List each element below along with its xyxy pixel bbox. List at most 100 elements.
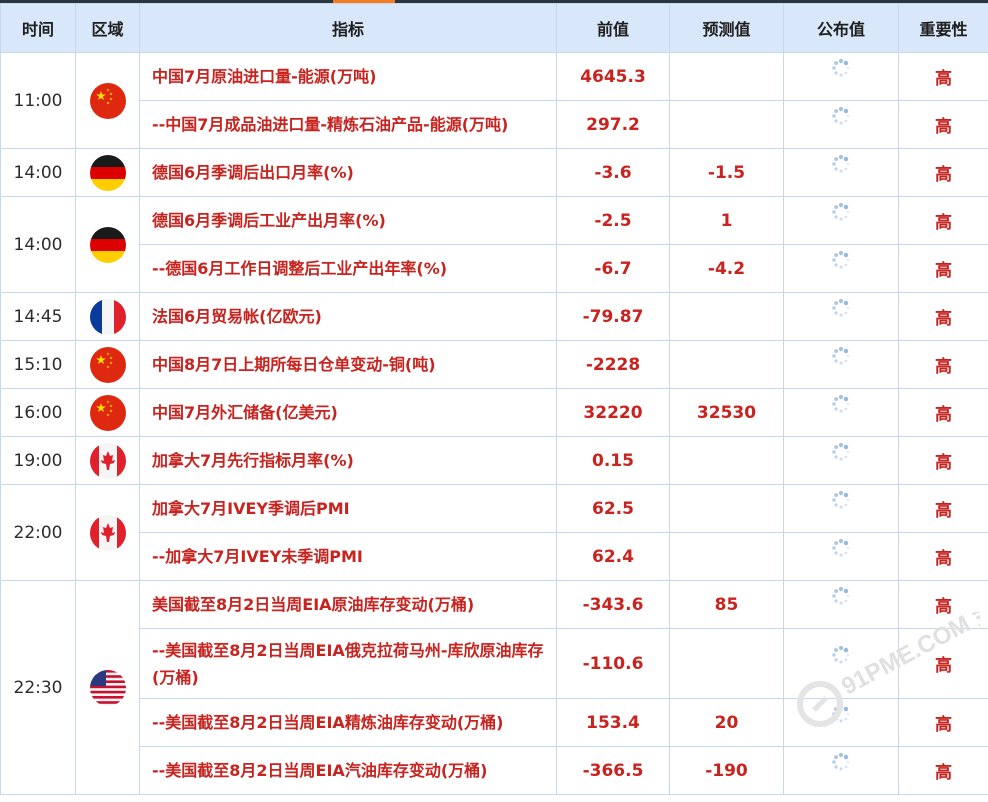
previous-value: -79.87 [556,292,670,341]
ca-flag-icon [89,514,126,551]
loading-spinner-icon [830,703,852,725]
actual-value [783,196,899,245]
previous-value: -6.7 [556,244,670,293]
indicator-link[interactable]: --美国截至8月2日当周EIA俄克拉荷马州-库欣原油库存(万桶) [139,628,557,699]
previous-value: 62.4 [556,532,670,581]
region-cell [75,388,140,437]
indicator-link[interactable]: 美国截至8月2日当周EIA原油库存变动(万桶) [139,580,557,629]
previous-value: -366.5 [556,746,670,795]
actual-value [783,484,899,533]
loading-spinner-icon [830,393,852,415]
release-time: 15:10 [0,340,76,389]
importance-level: 高 [898,746,988,795]
importance-level: 高 [898,388,988,437]
release-time: 22:30 [0,580,76,795]
col-header-importance: 重要性 [898,3,988,53]
fr-flag-icon [89,298,126,335]
importance-level: 高 [898,484,988,533]
indicator-link[interactable]: 加拿大7月先行指标月率(%) [139,436,557,485]
indicator-link[interactable]: --美国截至8月2日当周EIA汽油库存变动(万桶) [139,746,557,795]
forecast-value: -190 [669,746,784,795]
loading-spinner-icon [830,57,852,79]
previous-value: -2228 [556,340,670,389]
table-row: --美国截至8月2日当周EIA汽油库存变动(万桶) -366.5 -190 高 [1,746,988,795]
previous-value: -110.6 [556,628,670,699]
col-header-time: 时间 [0,3,76,53]
calendar-table: 时间 区域 指标 前值 预测值 公布值 重要性 11:00 中国7月原油进口量-能… [0,3,988,795]
importance-level: 高 [898,148,988,197]
forecast-value [669,100,784,149]
table-header-row: 时间 区域 指标 前值 预测值 公布值 重要性 [0,3,988,53]
indicator-link[interactable]: 中国8月7日上期所每日仓单变动-铜(吨) [139,340,557,389]
actual-value [783,100,899,149]
region-cell [75,340,140,389]
table-row: --加拿大7月IVEY未季调PMI 62.4 高 [1,532,988,581]
release-time: 22:00 [0,484,76,581]
forecast-value [669,292,784,341]
actual-value [783,436,899,485]
col-header-indicator: 指标 [139,3,557,53]
region-cell [75,52,140,149]
indicator-link[interactable]: --美国截至8月2日当周EIA精炼油库存变动(万桶) [139,698,557,747]
actual-value [783,292,899,341]
importance-level: 高 [898,436,988,485]
indicator-link[interactable]: 德国6月季调后工业产出月率(%) [139,196,557,245]
actual-value [783,580,899,629]
importance-level: 高 [898,196,988,245]
forecast-value [669,340,784,389]
forecast-value [669,436,784,485]
forecast-value [669,628,784,699]
actual-value [783,388,899,437]
table-row: --中国7月成品油进口量-精炼石油产品-能源(万吨) 297.2 高 [1,100,988,149]
previous-value: -2.5 [556,196,670,245]
indicator-link[interactable]: 德国6月季调后出口月率(%) [139,148,557,197]
table-row: 14:00 德国6月季调后工业产出月率(%) -2.5 1 高 [0,196,988,293]
release-time: 14:45 [0,292,76,341]
previous-value: 153.4 [556,698,670,747]
table-row: 22:00 加拿大7月IVEY季调后PMI 62.5 高 [0,484,988,581]
ca-flag-icon [89,442,126,479]
indicator-link[interactable]: --中国7月成品油进口量-精炼石油产品-能源(万吨) [139,100,557,149]
release-time: 14:00 [0,148,76,197]
loading-spinner-icon [830,153,852,175]
previous-value: 62.5 [556,484,670,533]
importance-level: 高 [898,698,988,747]
forecast-value: -1.5 [669,148,784,197]
loading-spinner-icon [830,644,852,666]
loading-spinner-icon [830,105,852,127]
loading-spinner-icon [830,585,852,607]
table-row: 11:00 中国7月原油进口量-能源(万吨) 4645.3 高 [0,52,988,149]
forecast-value: 85 [669,580,784,629]
previous-value: -3.6 [556,148,670,197]
release-time: 11:00 [0,52,76,149]
indicator-link[interactable]: 加拿大7月IVEY季调后PMI [139,484,557,533]
region-cell [75,148,140,197]
region-cell [75,292,140,341]
forecast-value: 20 [669,698,784,747]
table-row: 15:10 中国8月7日上期所每日仓单变动-铜(吨) -2228 高 [0,340,988,389]
table-row: --美国截至8月2日当周EIA精炼油库存变动(万桶) 153.4 20 高 [1,698,988,747]
indicator-link[interactable]: 中国7月外汇储备(亿美元) [139,388,557,437]
loading-spinner-icon [830,441,852,463]
col-header-region: 区域 [75,3,140,53]
cn-flag-icon [89,82,126,119]
release-time: 19:00 [0,436,76,485]
cn-flag-icon [89,346,126,383]
cn-flag-icon [89,394,126,431]
indicator-link[interactable]: --加拿大7月IVEY未季调PMI [139,532,557,581]
indicator-link[interactable]: --德国6月工作日调整后工业产出年率(%) [139,244,557,293]
importance-level: 高 [898,580,988,629]
previous-value: 32220 [556,388,670,437]
loading-spinner-icon [830,537,852,559]
col-header-forecast: 预测值 [669,3,784,53]
importance-level: 高 [898,532,988,581]
forecast-value [669,52,784,101]
table-row: 14:00 德国6月季调后出口月率(%) -3.6 -1.5 高 [0,148,988,197]
forecast-value [669,532,784,581]
indicator-link[interactable]: 中国7月原油进口量-能源(万吨) [139,52,557,101]
table-row: 19:00 加拿大7月先行指标月率(%) 0.15 高 [0,436,988,485]
region-cell [75,436,140,485]
importance-level: 高 [898,628,988,699]
loading-spinner-icon [830,751,852,773]
indicator-link[interactable]: 法国6月贸易帐(亿欧元) [139,292,557,341]
